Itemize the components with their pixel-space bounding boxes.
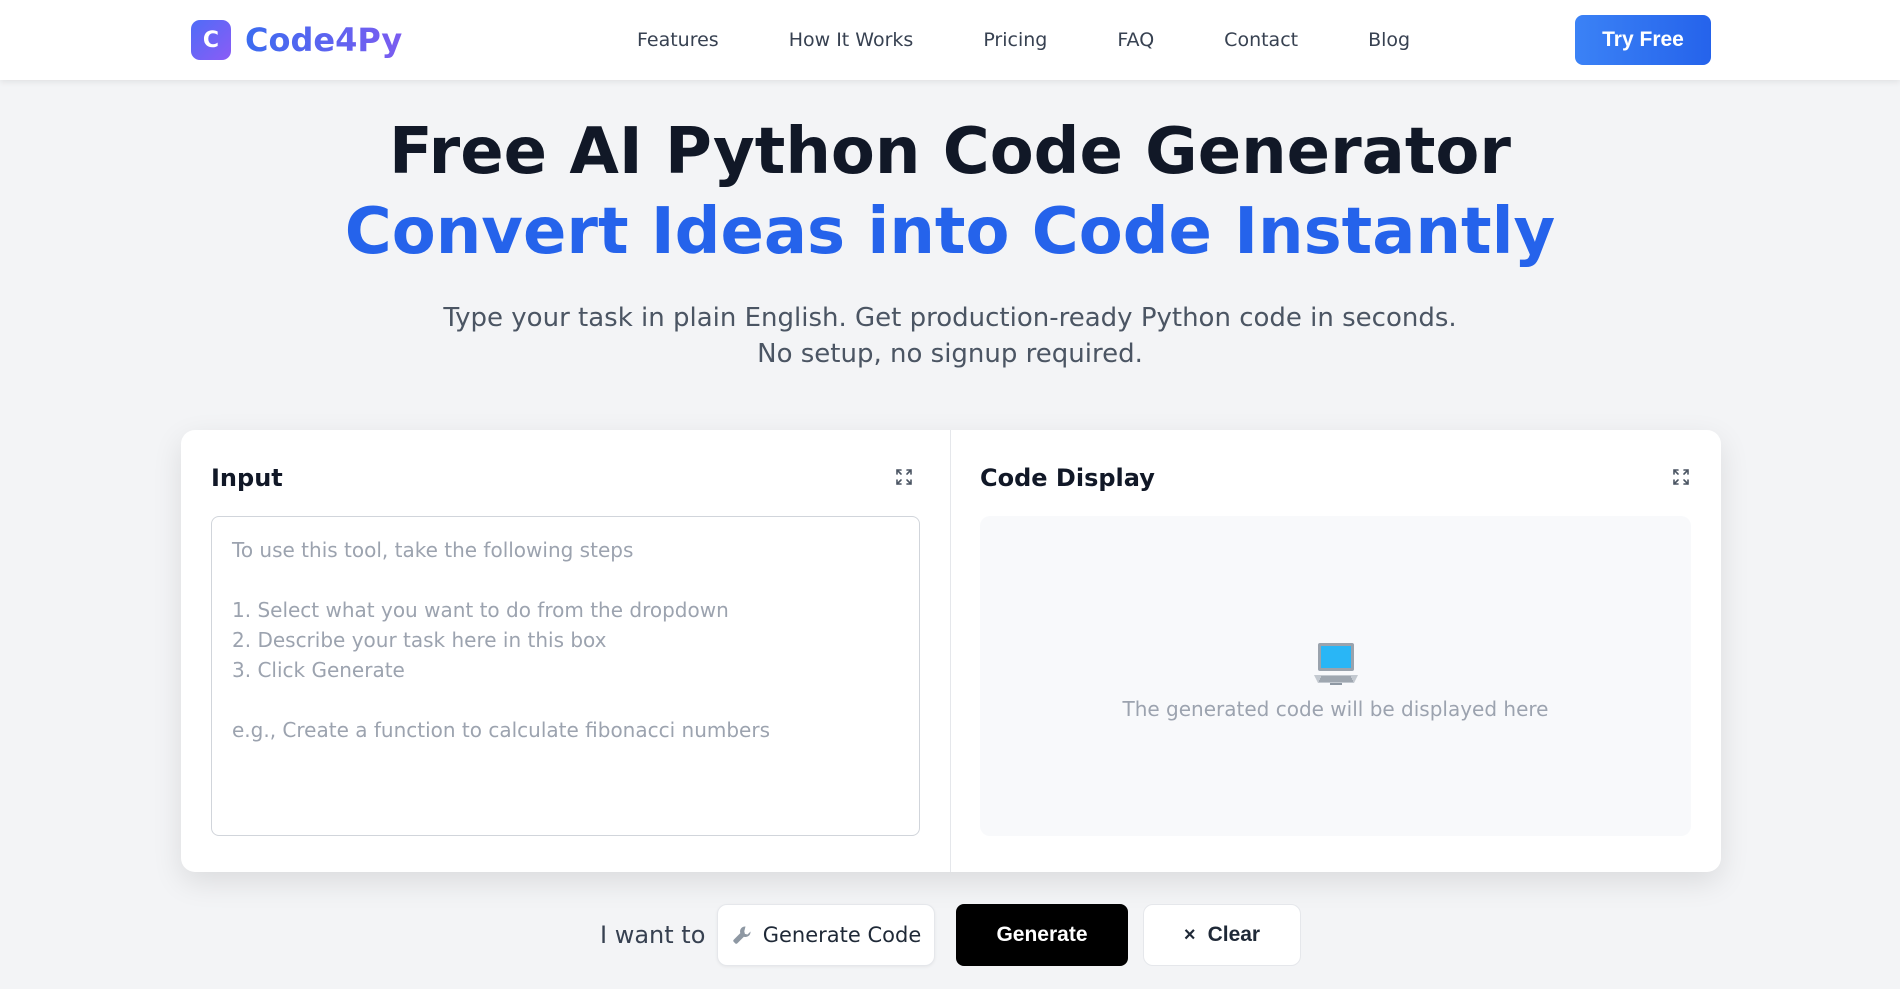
action-label: I want to [600, 921, 706, 949]
hero-description: Type your task in plain English. Get pro… [0, 300, 1900, 372]
site-header: C Code4Py Features How It Works Pricing … [0, 0, 1900, 80]
clear-button[interactable]: × Clear [1143, 904, 1301, 966]
action-select[interactable]: Generate Code [717, 904, 935, 966]
logo-mark: C [191, 20, 231, 60]
hero-subtitle: Convert Ideas into Code Instantly [344, 195, 1556, 269]
generator-card: Input Code Display [181, 430, 1721, 872]
hero-description-line2: No setup, no signup required. [757, 339, 1143, 369]
code-panel-title: Code Display [980, 464, 1155, 492]
code-placeholder-text: The generated code will be displayed her… [1122, 697, 1549, 721]
logo[interactable]: C Code4Py [191, 20, 402, 60]
laptop-icon [1313, 643, 1358, 685]
main-nav: Features How It Works Pricing FAQ Contac… [637, 28, 1480, 52]
hero-description-line1: Type your task in plain English. Get pro… [443, 303, 1457, 333]
nav-how-it-works[interactable]: How It Works [789, 28, 914, 52]
hero-title: Free AI Python Code Generator [389, 115, 1511, 189]
clear-button-label: Clear [1207, 923, 1261, 946]
nav-pricing[interactable]: Pricing [983, 28, 1047, 52]
expand-code-icon[interactable] [1672, 468, 1690, 486]
expand-input-icon[interactable] [895, 468, 913, 486]
action-select-value: Generate Code [762, 923, 922, 947]
nav-features[interactable]: Features [637, 28, 719, 52]
brand-name: Code4Py [245, 21, 403, 59]
generate-button[interactable]: Generate [956, 904, 1128, 966]
input-panel-title: Input [211, 464, 283, 492]
nav-contact[interactable]: Contact [1224, 28, 1298, 52]
try-free-button[interactable]: Try Free [1575, 15, 1711, 65]
task-input[interactable] [211, 516, 920, 836]
nav-blog[interactable]: Blog [1368, 28, 1410, 52]
nav-faq[interactable]: FAQ [1117, 28, 1154, 52]
close-icon: × [1183, 923, 1196, 946]
wrench-icon [733, 926, 751, 944]
panel-divider [950, 430, 951, 872]
code-display[interactable]: The generated code will be displayed her… [980, 516, 1691, 836]
